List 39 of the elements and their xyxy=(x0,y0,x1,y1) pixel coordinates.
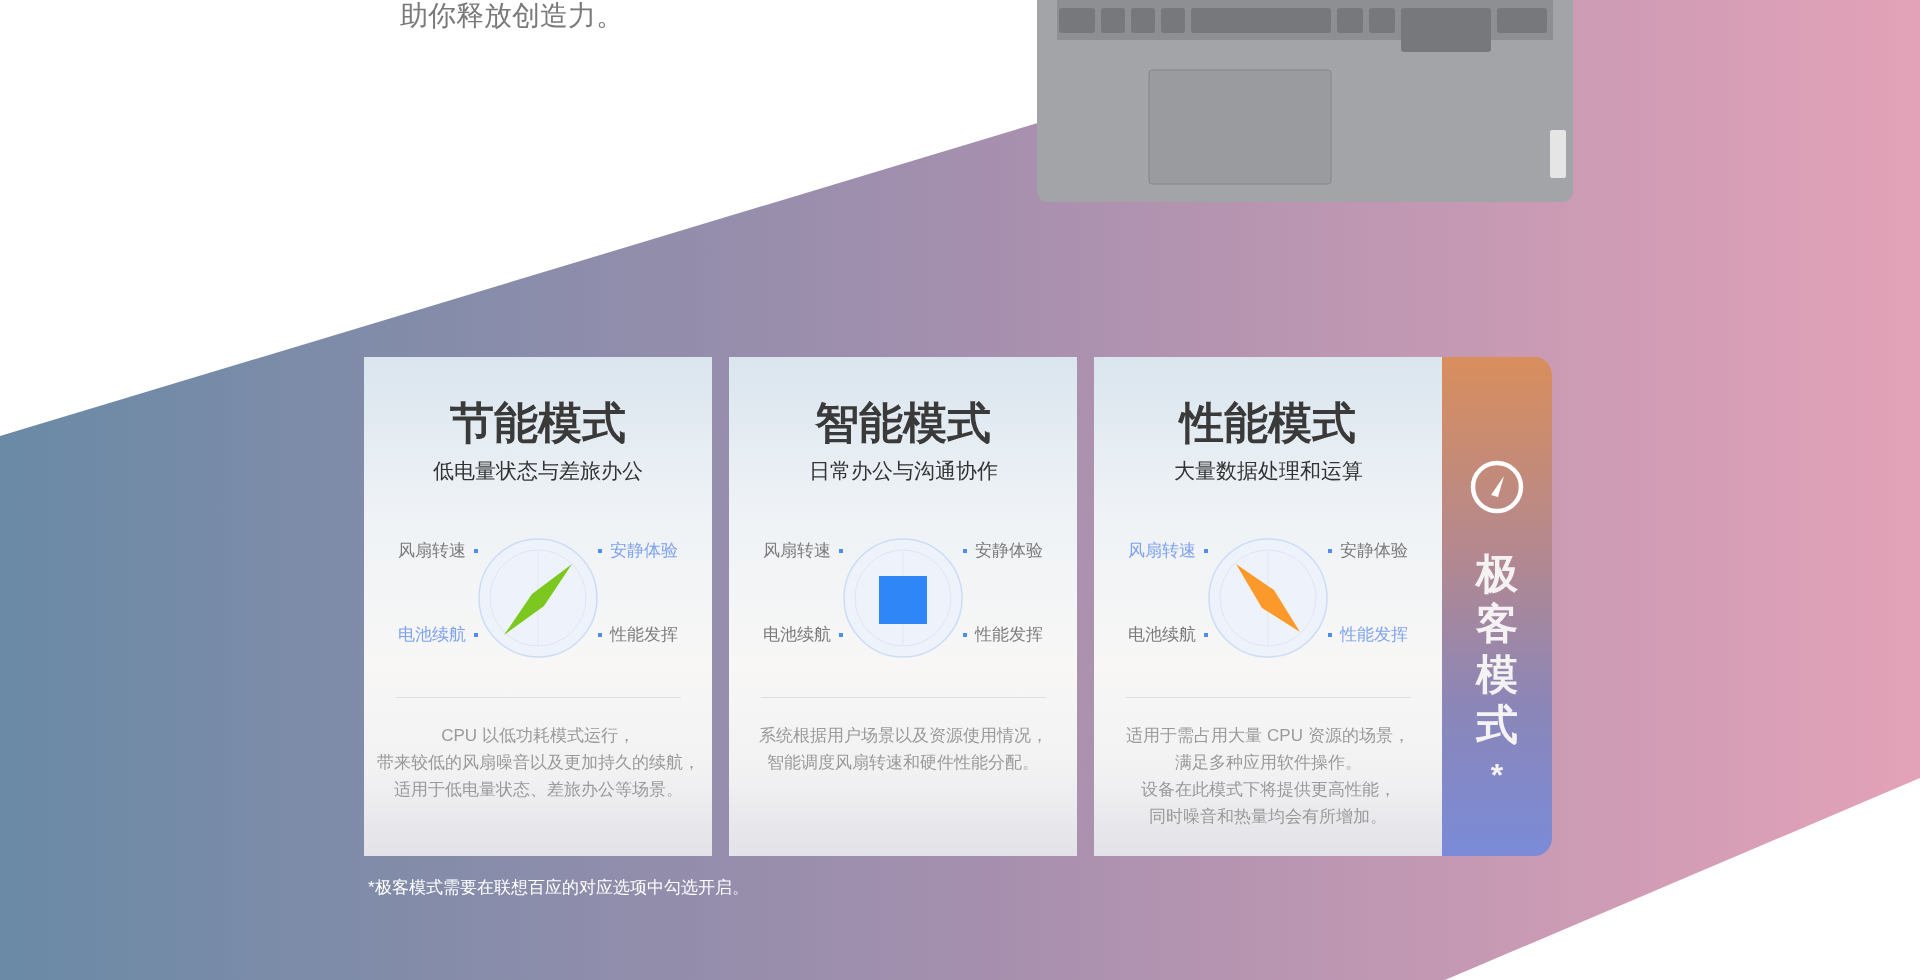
mode-title: 智能模式 xyxy=(814,397,992,449)
radar-label: 电池续航 xyxy=(398,624,466,646)
geek-mode-tab[interactable]: 极客模式 * xyxy=(1442,357,1552,856)
bullet-icon xyxy=(839,549,843,553)
mode-title: 节能模式 xyxy=(449,397,627,449)
bullet-icon xyxy=(963,549,967,553)
radar-label: 安静体验 xyxy=(1340,540,1408,562)
dial-icon xyxy=(478,538,598,658)
intro-text: 助你释放创造力。 xyxy=(400,0,624,32)
mode-subtitle: 大量数据处理和运算 xyxy=(1172,458,1364,484)
mode-subtitle: 日常办公与沟通协作 xyxy=(807,458,999,484)
footnote: *极客模式需要在联想百应的对应选项中勾选开启。 xyxy=(368,877,750,899)
bullet-icon xyxy=(1204,549,1208,553)
speedometer-icon xyxy=(1469,459,1525,515)
mode-description: CPU 以低功耗模式运行， 带来较低的风扇噪音以及更加持久的续航， 适用于低电量状态、差旅办公等场景。 xyxy=(375,725,701,801)
dial-icon xyxy=(1208,538,1328,658)
bullet-icon xyxy=(1328,633,1332,637)
mode-description: 适用于需占用大量 CPU 资源的场景， 满足多种应用软件操作。 设备在此模式下将提供更高性能， 同时噪音和热量均会有所增加。 xyxy=(1125,725,1411,828)
radar-label: 风扇转速 xyxy=(763,540,831,562)
bullet-icon xyxy=(1204,633,1208,637)
bullet-icon xyxy=(839,633,843,637)
radar-label: 性能发挥 xyxy=(610,624,678,646)
radar-label: 性能发挥 xyxy=(1340,624,1408,646)
radar-label: 安静体验 xyxy=(610,540,678,562)
mode-description: 系统根据用户场景以及资源使用情况， 智能调度风扇转速和硬件性能分配。 xyxy=(757,725,1049,774)
bullet-icon xyxy=(474,549,478,553)
mode-subtitle: 低电量状态与差旅办公 xyxy=(432,458,644,484)
radar-label: 安静体验 xyxy=(975,540,1043,562)
bullet-icon xyxy=(598,549,602,553)
radar-label: 电池续航 xyxy=(763,624,831,646)
bullet-icon xyxy=(474,633,478,637)
radar-label: 风扇转速 xyxy=(398,540,466,562)
mode-title: 性能模式 xyxy=(1177,397,1357,449)
bullet-icon xyxy=(598,633,602,637)
radar-label: 电池续航 xyxy=(1128,624,1196,646)
radar-label: 性能发挥 xyxy=(975,624,1043,646)
bullet-icon xyxy=(963,633,967,637)
radar-label: 风扇转速 xyxy=(1128,540,1196,562)
bullet-icon xyxy=(1328,549,1332,553)
